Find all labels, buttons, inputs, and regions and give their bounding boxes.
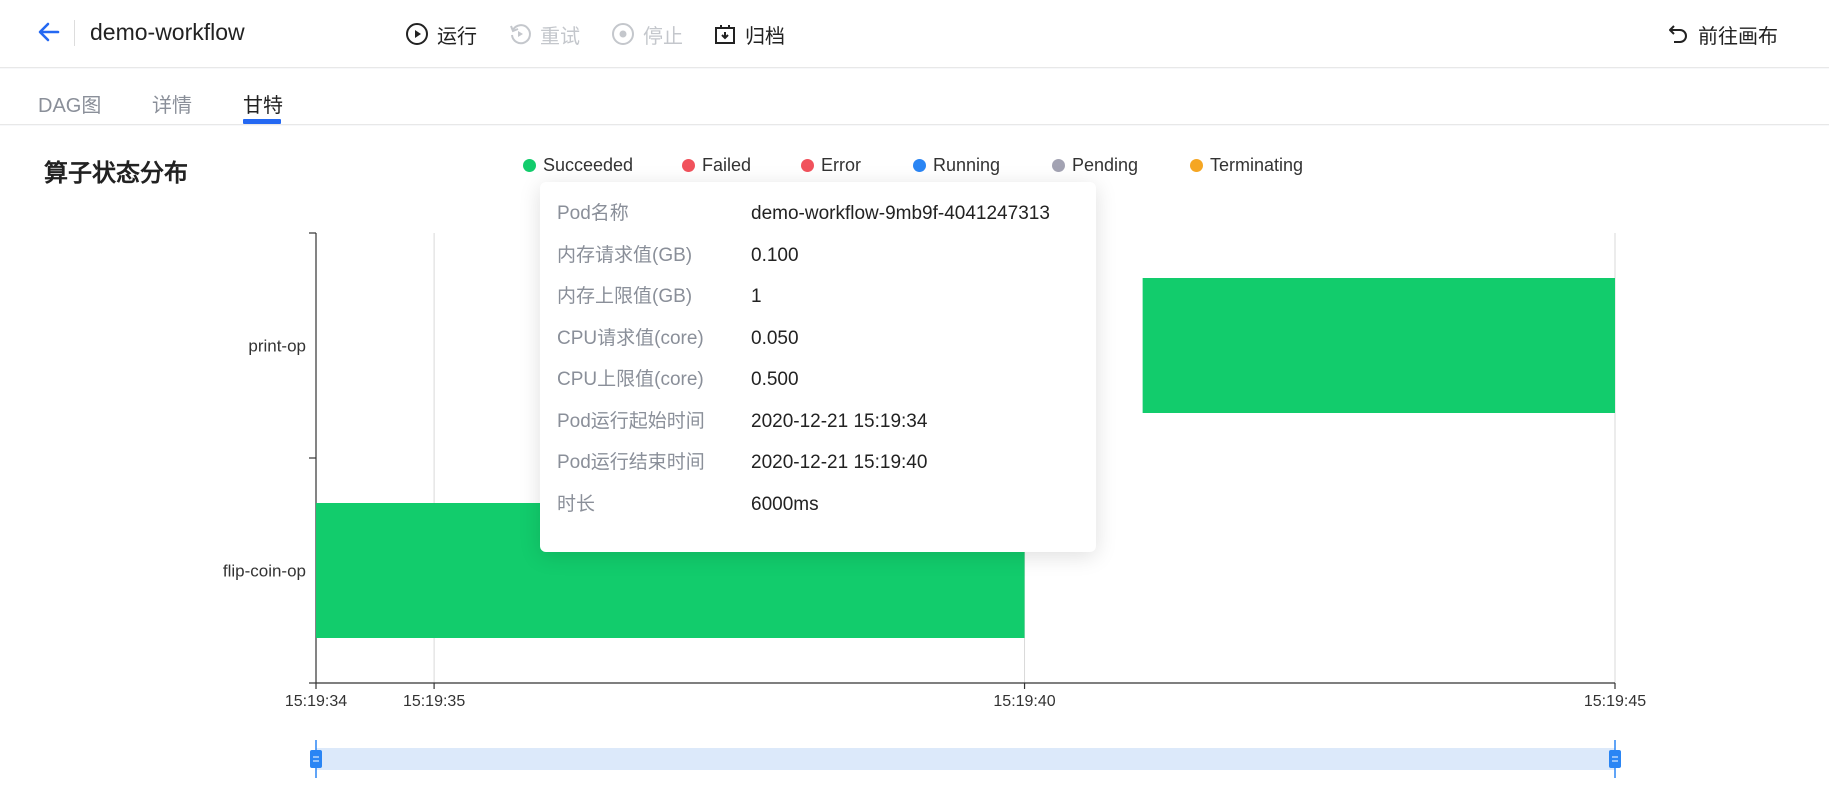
x-tick-label: 15:19:40 xyxy=(993,693,1055,710)
x-tick-label: 15:19:34 xyxy=(285,693,347,710)
y-category-label: print-op xyxy=(248,337,306,356)
archive-button[interactable]: 归档 xyxy=(713,20,785,48)
workflow-title: demo-workflow xyxy=(90,19,245,45)
retry-icon xyxy=(510,24,531,45)
back-arrow-icon[interactable] xyxy=(36,18,62,46)
run-label: 运行 xyxy=(437,25,477,48)
tab-dag[interactable]: DAG图 xyxy=(38,89,101,118)
tooltip-key: Pod名称 xyxy=(557,203,629,224)
tooltip-key: 内存请求值(GB) xyxy=(557,245,693,266)
pod-tooltip: Pod名称 demo-workflow-9mb9f-4041247313 内存请求… xyxy=(540,182,1096,552)
tab-gantt[interactable]: 甘特 xyxy=(243,89,283,118)
stop-circle-icon xyxy=(612,23,634,45)
tab-details[interactable]: 详情 xyxy=(152,89,192,118)
tooltip-value: 0.100 xyxy=(751,245,799,266)
active-tab-indicator xyxy=(243,119,281,124)
tooltip-key: Pod运行起始时间 xyxy=(557,411,705,432)
top-bar: demo-workflow 运行 重试 停止 归档 前往画布 xyxy=(0,0,1829,68)
zoom-handle-right[interactable] xyxy=(1609,750,1621,768)
retry-label: 重试 xyxy=(540,25,580,48)
go-to-canvas-label: 前往画布 xyxy=(1698,25,1778,48)
stop-label: 停止 xyxy=(643,25,683,48)
archive-icon xyxy=(715,25,735,44)
zoom-slider-track xyxy=(316,748,1615,770)
tooltip-value: demo-workflow-9mb9f-4041247313 xyxy=(751,203,1050,224)
tooltip-value: 0.050 xyxy=(751,328,799,349)
title-divider xyxy=(74,20,75,46)
tooltip-value: 2020-12-21 15:19:34 xyxy=(751,411,928,432)
tooltip-key: 时长 xyxy=(557,494,596,515)
x-tick-label: 15:19:35 xyxy=(403,693,465,710)
tooltip-value: 2020-12-21 15:19:40 xyxy=(751,452,928,473)
tooltip-key: 内存上限值(GB) xyxy=(557,286,693,307)
tooltip-value: 6000ms xyxy=(751,494,819,515)
stop-button[interactable]: 停止 xyxy=(611,20,683,48)
gantt-bar-print-op xyxy=(1142,278,1615,413)
tooltip-key: Pod运行结束时间 xyxy=(557,452,705,473)
tooltip-key: CPU请求值(core) xyxy=(557,328,704,349)
go-to-canvas-button[interactable]: 前往画布 xyxy=(1666,20,1778,48)
archive-label: 归档 xyxy=(745,25,785,48)
zoom-handle-left[interactable] xyxy=(310,750,322,768)
x-tick-label: 15:19:45 xyxy=(1584,693,1646,710)
tooltip-key: CPU上限值(core) xyxy=(557,369,704,390)
undo-arrow-icon xyxy=(1669,25,1687,43)
tooltip-value: 1 xyxy=(751,286,762,307)
play-circle-icon xyxy=(406,23,428,45)
tooltip-value: 0.500 xyxy=(751,369,799,390)
tab-bar: DAG图 详情 甘特 xyxy=(0,69,1829,125)
retry-button[interactable]: 重试 xyxy=(508,20,580,48)
y-category-label: flip-coin-op xyxy=(223,562,306,581)
run-button[interactable]: 运行 xyxy=(405,20,477,48)
